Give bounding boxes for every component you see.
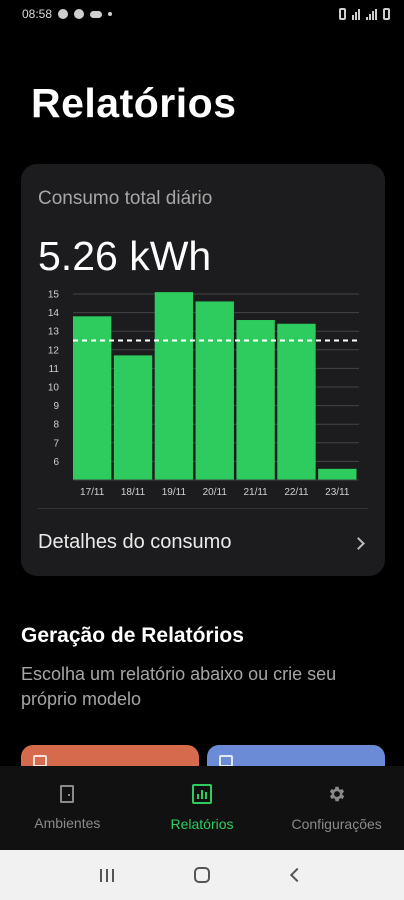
cloud-icon [90, 10, 103, 18]
bottom-navigation: Ambientes Relatórios Configurações [0, 766, 404, 850]
y-tick-label: 14 [48, 308, 60, 319]
bar [318, 468, 357, 480]
reports-section-description: Escolha um relatório abaixo ou crie seu … [21, 664, 337, 709]
reports-section-title: Geração de Relatórios [21, 624, 244, 647]
notification-icon [58, 9, 69, 19]
recent-apps-button[interactable] [87, 860, 127, 890]
y-tick-label: 6 [53, 457, 59, 468]
signal-icon [366, 8, 377, 20]
back-icon [289, 867, 304, 883]
wifi-icon [352, 8, 360, 20]
status-right [339, 8, 390, 20]
nav-item-relatorios[interactable]: Relatórios [137, 784, 267, 832]
bar [277, 323, 316, 480]
gear-icon [329, 786, 344, 802]
battery-saver-icon [339, 8, 346, 20]
more-notifications-icon [108, 12, 113, 16]
nav-label-ambientes: Ambientes [34, 815, 101, 831]
x-tick-label: 19/11 [162, 487, 187, 498]
back-button[interactable] [277, 860, 317, 890]
status-time: 08:58 [22, 7, 53, 21]
x-tick-label: 17/11 [80, 487, 105, 498]
status-left: 08:58 [22, 7, 113, 21]
status-bar: 08:58 [0, 0, 404, 28]
nav-label-configuracoes: Configurações [291, 816, 382, 832]
consumption-bar-chart: 6 7 8 9 10 11 12 13 14 15 17/11 18/11 19/11 20/11 21/1… [48, 290, 359, 498]
nav-label-relatorios: Relatórios [170, 816, 234, 832]
nav-item-configuracoes[interactable]: Configurações [272, 784, 402, 832]
daily-consumption-card: Consumo total diário 5.26 kWh 6 7 8 9 10 11 12… [21, 164, 385, 576]
bar [154, 292, 194, 480]
y-tick-label: 8 [53, 420, 59, 431]
page-title: Relatórios [31, 80, 237, 126]
y-tick-label: 10 [48, 383, 60, 394]
report-chart-icon [191, 784, 212, 804]
recents-icon [100, 868, 115, 882]
y-tick-label: 11 [49, 364, 60, 375]
x-tick-label: 20/11 [203, 487, 228, 498]
consumption-value: 5.26 kWh [38, 233, 212, 279]
consumption-details-button[interactable]: Detalhes do consumo [21, 508, 385, 576]
x-tick-label: 21/11 [243, 487, 268, 498]
x-tick-label: 23/11 [325, 487, 350, 498]
nav-item-ambientes[interactable]: Ambientes [2, 785, 132, 831]
system-navigation-bar [0, 850, 404, 900]
home-button[interactable] [182, 860, 222, 890]
x-tick-label: 18/11 [121, 487, 146, 498]
chevron-right-icon [352, 536, 365, 550]
bar [236, 320, 275, 480]
app-notification-icon [74, 9, 85, 19]
y-tick-label: 9 [53, 401, 59, 412]
y-tick-label: 13 [48, 327, 60, 338]
card-label: Consumo total diário [38, 188, 213, 209]
y-tick-label: 12 [48, 345, 60, 356]
y-tick-label: 7 [53, 438, 59, 449]
y-tick-label: 15 [48, 290, 60, 301]
bar [195, 301, 234, 480]
details-label: Detalhes do consumo [38, 530, 232, 553]
x-tick-label: 22/11 [284, 487, 309, 498]
battery-icon [383, 8, 390, 20]
door-icon [60, 785, 75, 803]
bar [113, 355, 153, 480]
home-icon [193, 867, 210, 883]
